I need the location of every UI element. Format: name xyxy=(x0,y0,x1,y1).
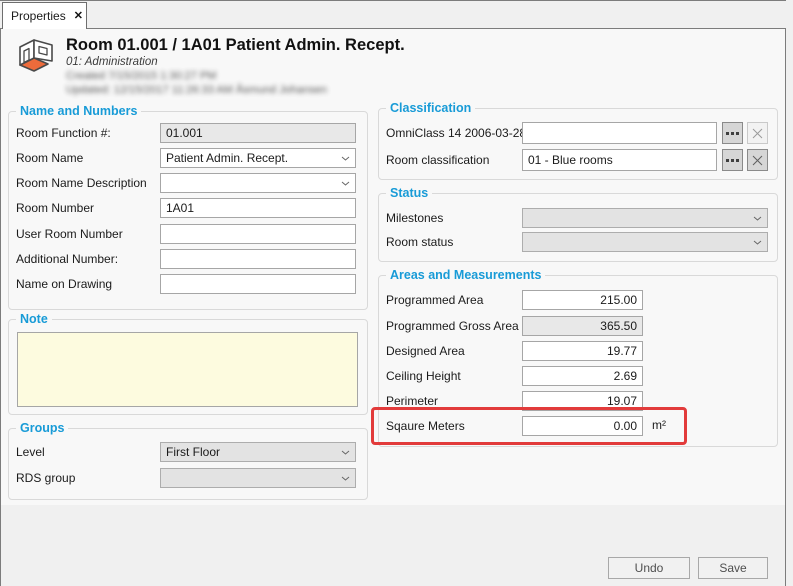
window-top-border xyxy=(0,0,786,1)
programmed-gross-area-input[interactable] xyxy=(522,316,643,336)
room-classification-clear-button[interactable] xyxy=(747,149,768,171)
note-textarea[interactable] xyxy=(17,332,358,407)
chevron-down-icon xyxy=(341,181,350,186)
chevron-down-icon xyxy=(341,476,350,481)
additional-number-input[interactable] xyxy=(160,249,356,269)
omniclass-browse-button[interactable] xyxy=(722,122,743,144)
room-name-value: Patient Admin. Recept. xyxy=(166,151,288,165)
ellipsis-icon xyxy=(726,159,739,162)
square-meters-unit: m² xyxy=(652,418,666,432)
rds-group-combobox[interactable] xyxy=(160,468,356,488)
room-function-label: Room Function #: xyxy=(16,126,111,140)
designed-area-input[interactable] xyxy=(522,341,643,361)
chevron-down-icon xyxy=(753,216,762,221)
room-name-label: Room Name xyxy=(16,151,83,165)
group-title-areas: Areas and Measurements xyxy=(386,268,545,282)
room-status-label: Room status xyxy=(386,235,453,249)
programmed-area-label: Programmed Area xyxy=(386,293,483,307)
room-status-combobox[interactable] xyxy=(522,232,768,252)
square-meters-input[interactable] xyxy=(522,416,643,436)
room-classification-input[interactable] xyxy=(522,149,717,171)
additional-number-label: Additional Number: xyxy=(16,252,118,266)
room-classification-label: Room classification xyxy=(386,153,489,167)
room-classification-browse-button[interactable] xyxy=(722,149,743,171)
chevron-down-icon xyxy=(341,450,350,455)
room-name-combobox[interactable]: Patient Admin. Recept. xyxy=(160,148,356,168)
level-value: First Floor xyxy=(166,445,220,459)
x-icon xyxy=(751,154,764,167)
level-combobox[interactable]: First Floor xyxy=(160,442,356,462)
ellipsis-icon xyxy=(726,132,739,135)
milestones-combobox[interactable] xyxy=(522,208,768,228)
chevron-down-icon xyxy=(341,156,350,161)
omniclass-clear-button[interactable] xyxy=(747,122,768,144)
level-label: Level xyxy=(16,445,45,459)
programmed-gross-area-label: Programmed Gross Area xyxy=(386,319,519,333)
square-meters-label: Sqaure Meters xyxy=(386,419,465,433)
updated-line-redacted: Updated: 12/15/2017 11:26:33 AM Åsmund J… xyxy=(66,84,327,96)
perimeter-input[interactable] xyxy=(522,391,643,411)
group-title-note: Note xyxy=(16,312,52,326)
omniclass-label: OmniClass 14 2006-03-28 xyxy=(386,126,526,140)
tabbar-bottom-border xyxy=(0,28,786,29)
name-on-drawing-label: Name on Drawing xyxy=(16,277,112,291)
ceiling-height-label: Ceiling Height xyxy=(386,369,461,383)
omniclass-input[interactable] xyxy=(522,122,717,144)
designed-area-label: Designed Area xyxy=(386,344,465,358)
tab-label: Properties xyxy=(11,9,66,23)
group-title-classification: Classification xyxy=(386,101,475,115)
room-name-description-combobox[interactable] xyxy=(160,173,356,193)
group-groups xyxy=(8,428,368,500)
group-title-status: Status xyxy=(386,186,432,200)
created-line-redacted: Created 7/15/2015 1:30:27 PM xyxy=(66,70,216,82)
perimeter-label: Perimeter xyxy=(386,394,438,408)
rds-group-label: RDS group xyxy=(16,471,75,485)
room-icon xyxy=(16,37,56,79)
undo-button[interactable]: Undo xyxy=(608,557,690,579)
room-number-label: Room Number xyxy=(16,201,94,215)
chevron-down-icon xyxy=(753,240,762,245)
programmed-area-input[interactable] xyxy=(522,290,643,310)
properties-window: Properties ✕ Room 01.001 / 1A01 Patient … xyxy=(0,0,793,586)
user-room-number-label: User Room Number xyxy=(16,227,123,241)
ceiling-height-input[interactable] xyxy=(522,366,643,386)
room-number-input[interactable] xyxy=(160,198,356,218)
user-room-number-input[interactable] xyxy=(160,224,356,244)
group-title-groups: Groups xyxy=(16,421,68,435)
milestones-label: Milestones xyxy=(386,211,443,225)
name-on-drawing-input[interactable] xyxy=(160,274,356,294)
save-button[interactable]: Save xyxy=(698,557,768,579)
x-icon xyxy=(751,127,764,140)
room-function-input[interactable] xyxy=(160,123,356,143)
page-subtitle: 01: Administration xyxy=(66,56,158,68)
close-icon[interactable]: ✕ xyxy=(74,11,83,22)
room-name-description-label: Room Name Description xyxy=(16,176,147,190)
group-title-name-and-numbers: Name and Numbers xyxy=(16,104,141,118)
tab-properties[interactable]: Properties ✕ xyxy=(2,2,87,29)
page-title: Room 01.001 / 1A01 Patient Admin. Recept… xyxy=(66,36,405,55)
